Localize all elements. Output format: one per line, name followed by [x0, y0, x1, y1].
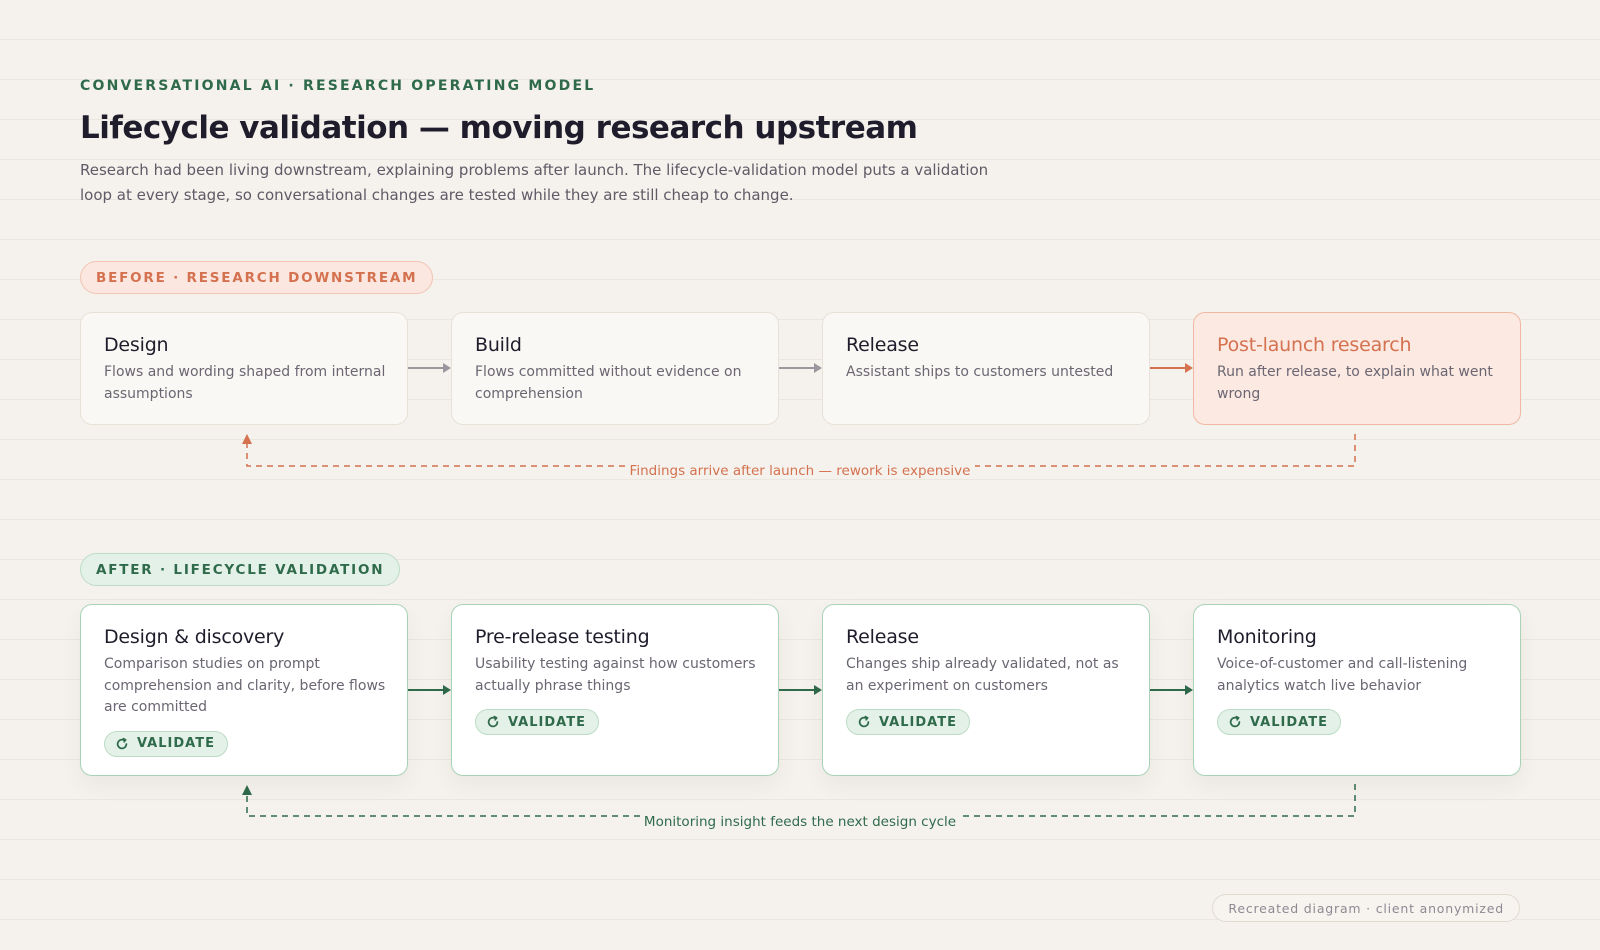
refresh-icon: [487, 715, 499, 728]
arrow-connector: [408, 684, 451, 696]
footnote-badge: Recreated diagram · client anonymized: [1212, 894, 1520, 922]
badge-label: VALIDATE: [1250, 714, 1328, 730]
before-loop-arrowhead: [242, 434, 252, 444]
stage-title: Design & discovery: [104, 626, 285, 648]
stage-title: Monitoring: [1217, 626, 1317, 648]
after-stage-monitoring: Monitoring Voice-of-customer and call-li…: [1193, 604, 1521, 776]
badge-label: VALIDATE: [508, 714, 586, 730]
badge-label: VALIDATE: [137, 736, 215, 751]
stage-title: Pre-release testing: [475, 626, 650, 648]
validate-badge: VALIDATE: [1217, 709, 1341, 735]
stage-description: Voice-of-customer and call-listening ana…: [1217, 656, 1468, 694]
validate-badge: VALIDATE: [475, 709, 599, 735]
before-loop-label: Findings arrive after launch — rework is…: [629, 463, 971, 479]
after-stage-release: Release Changes ship already validated, …: [822, 604, 1150, 776]
validate-badge: VALIDATE: [104, 730, 228, 757]
after-stage-pre-release-testing: Pre-release testing Usability testing ag…: [451, 604, 779, 776]
stage-description: Usability testing against how customers …: [475, 656, 756, 694]
before-feedback-loop: [246, 434, 1356, 467]
after-stage-design-discovery: Design & discovery Comparison studies on…: [80, 604, 408, 776]
after-feedback-loop: [246, 784, 1356, 817]
arrow-connector: [1150, 684, 1193, 696]
badge-label: VALIDATE: [879, 714, 957, 730]
stage-description: Changes ship already validated, not as a…: [846, 656, 1119, 694]
stage-title: Release: [846, 626, 919, 648]
diagram-page: CONVERSATIONAL AI · RESEARCH OPERATING M…: [0, 0, 1600, 950]
stage-description: Comparison studies on prompt comprehensi…: [104, 656, 386, 715]
after-section-label: AFTER · LIFECYCLE VALIDATION: [80, 553, 401, 586]
refresh-icon: [1229, 715, 1241, 728]
arrow-connector: [779, 684, 822, 696]
after-loop-label: Monitoring insight feeds the next design…: [643, 814, 957, 830]
refresh-icon: [858, 715, 870, 728]
validate-badge: VALIDATE: [846, 709, 970, 735]
refresh-icon: [116, 737, 128, 749]
after-loop-arrowhead: [242, 785, 252, 795]
